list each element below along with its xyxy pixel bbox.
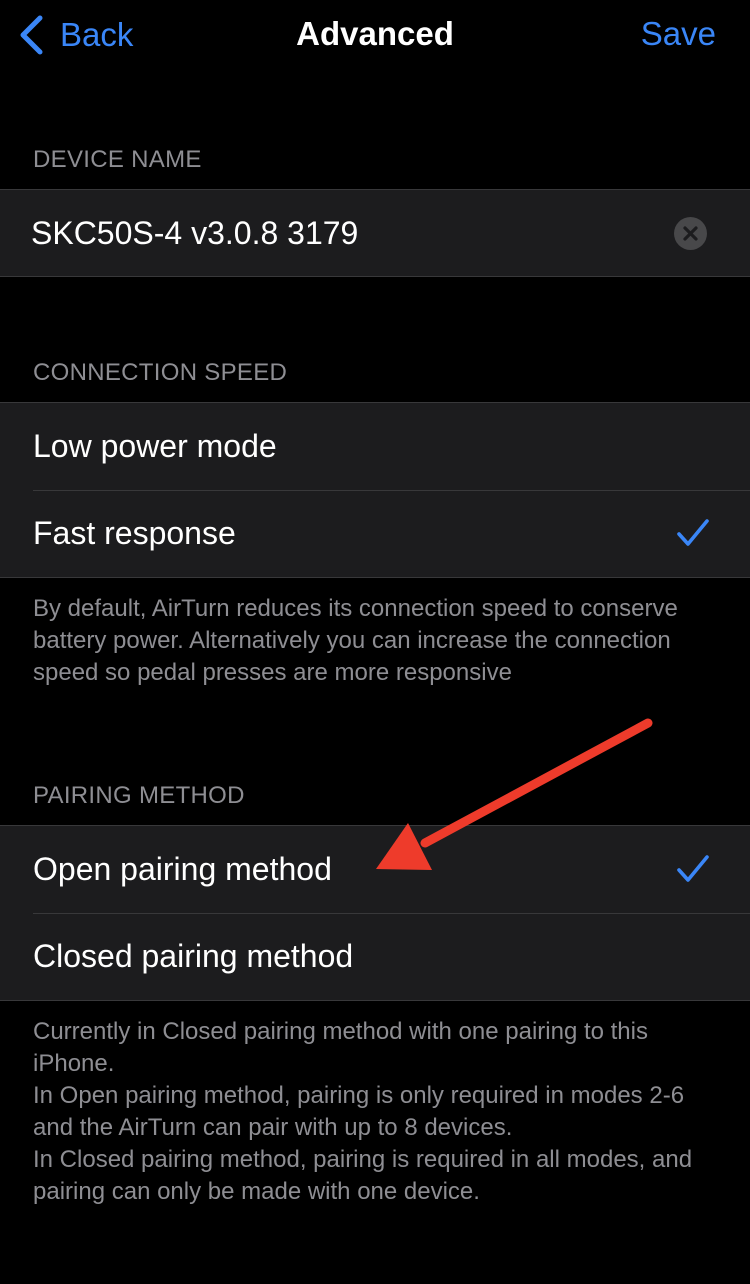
pairing-method-footer: Currently in Closed pairing method with …: [33, 1016, 723, 1208]
option-label: Low power mode: [33, 428, 277, 464]
page-title: Advanced: [296, 15, 454, 52]
clear-circle-icon[interactable]: [674, 217, 707, 250]
device-name-input[interactable]: [31, 214, 631, 252]
device-name-row: [0, 190, 750, 276]
connection-speed-group: Low power mode Fast response: [0, 402, 750, 578]
pairing-method-header: PAIRING METHOD: [33, 782, 245, 809]
pairing-method-group: Open pairing method Closed pairing metho…: [0, 825, 750, 1001]
checkmark-icon: [677, 855, 709, 882]
pairing-footnote-line: In Closed pairing method, pairing is req…: [33, 1146, 693, 1205]
checkmark-icon: [677, 519, 709, 546]
option-open-pairing-method[interactable]: Open pairing method: [0, 826, 750, 913]
option-label: Closed pairing method: [33, 938, 354, 974]
pairing-footnote-line: Currently in Closed pairing method with …: [33, 1018, 648, 1077]
connection-speed-header: CONNECTION SPEED: [33, 359, 288, 386]
option-label: Open pairing method: [33, 851, 332, 887]
option-label: Fast response: [33, 515, 236, 551]
option-closed-pairing-method[interactable]: Closed pairing method: [0, 913, 750, 1000]
save-button[interactable]: Save: [641, 14, 716, 54]
option-fast-response[interactable]: Fast response: [0, 490, 750, 577]
pairing-footnote-line: In Open pairing method, pairing is only …: [33, 1082, 685, 1141]
navigation-bar: Back Advanced Save: [0, 0, 750, 70]
device-name-header: DEVICE NAME: [33, 146, 202, 173]
connection-speed-footer: By default, AirTurn reduces its connecti…: [33, 593, 723, 689]
connection-speed-footnote: By default, AirTurn reduces its connecti…: [33, 595, 678, 686]
option-low-power-mode[interactable]: Low power mode: [0, 403, 750, 490]
device-name-group: [0, 189, 750, 277]
